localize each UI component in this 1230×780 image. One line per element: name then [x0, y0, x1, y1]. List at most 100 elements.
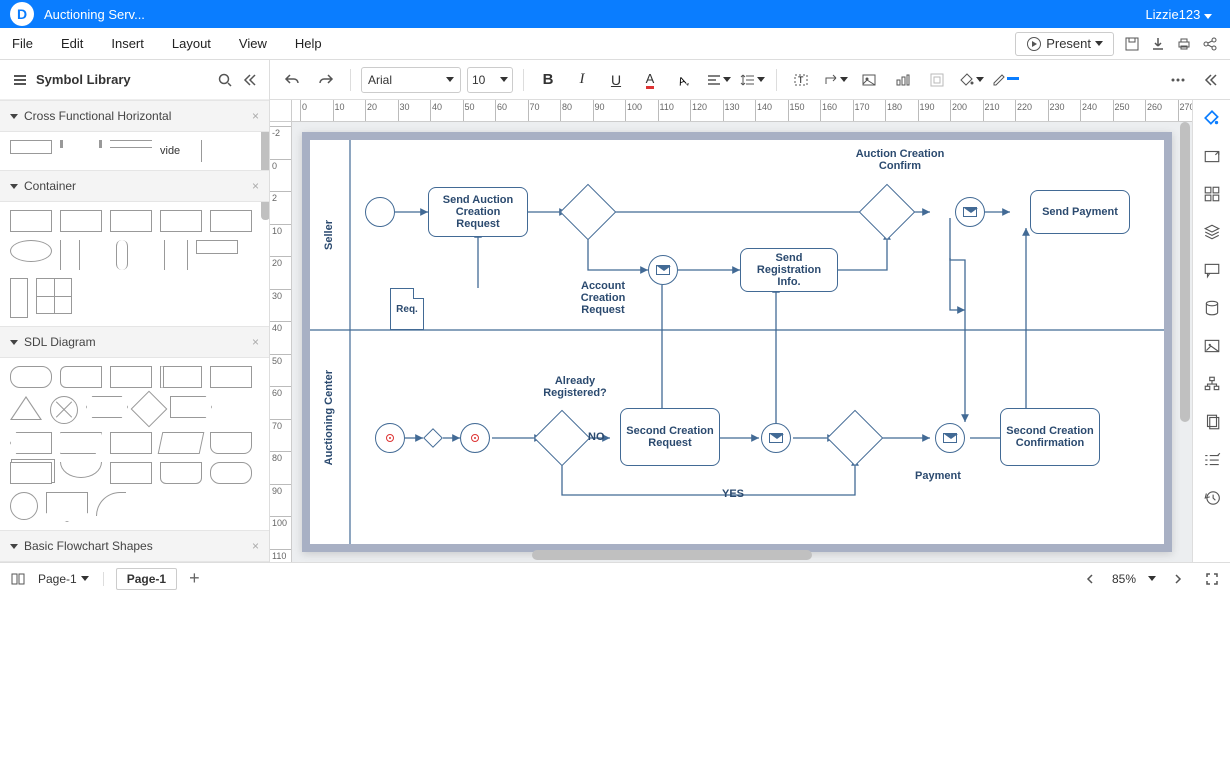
tree-panel-icon[interactable] — [1200, 372, 1224, 396]
font-color-button[interactable]: A — [636, 66, 664, 94]
shape-rect[interactable] — [210, 210, 252, 232]
font-select[interactable]: Arial — [361, 67, 461, 93]
shape-swimlane-2[interactable] — [60, 140, 102, 148]
close-icon[interactable]: × — [252, 335, 259, 349]
shape[interactable] — [46, 492, 88, 522]
redo-button[interactable] — [312, 66, 340, 94]
menu-layout[interactable]: Layout — [172, 36, 211, 51]
horizontal-scrollbar[interactable] — [292, 550, 1180, 560]
shape[interactable] — [110, 432, 152, 454]
connector-button[interactable] — [821, 66, 849, 94]
text-box-button[interactable]: T — [787, 66, 815, 94]
start-event[interactable] — [365, 197, 395, 227]
zoom-out-icon[interactable] — [1084, 571, 1100, 587]
shape[interactable] — [110, 462, 152, 484]
menu-help[interactable]: Help — [295, 36, 322, 51]
menu-edit[interactable]: Edit — [61, 36, 83, 51]
shape[interactable] — [60, 366, 102, 388]
undo-button[interactable] — [278, 66, 306, 94]
msg-event-confirm[interactable] — [955, 197, 985, 227]
shape-paren[interactable] — [116, 240, 128, 270]
add-page-button[interactable]: + — [189, 568, 200, 589]
start-event-ac[interactable] — [375, 423, 405, 453]
shape[interactable] — [158, 432, 205, 454]
shape[interactable] — [210, 432, 252, 454]
grid-panel-icon[interactable] — [1200, 182, 1224, 206]
zoom-dropdown[interactable] — [1148, 576, 1156, 581]
italic-button[interactable]: I — [568, 66, 596, 94]
lane-seller[interactable]: Seller — [323, 220, 335, 250]
task-second-creation-req[interactable]: Second Creation Request — [620, 408, 720, 466]
shape[interactable] — [10, 492, 38, 520]
category-basic-flowchart[interactable]: Basic Flowchart Shapes× — [0, 530, 269, 562]
print-icon[interactable] — [1176, 36, 1192, 52]
canvas[interactable]: 0102030405060708090100110120130140150160… — [270, 100, 1192, 562]
msg-event-mid[interactable] — [761, 423, 791, 453]
fill-button[interactable] — [957, 66, 985, 94]
share-icon[interactable] — [1202, 36, 1218, 52]
search-icon[interactable] — [217, 72, 233, 88]
shape[interactable] — [96, 492, 126, 516]
list-panel-icon[interactable] — [1200, 448, 1224, 472]
shape[interactable] — [131, 391, 168, 428]
close-icon[interactable]: × — [252, 179, 259, 193]
history-panel-icon[interactable] — [1200, 486, 1224, 510]
shape-grid[interactable] — [36, 278, 72, 314]
shape-swimlane-3[interactable] — [110, 140, 152, 148]
task-send-payment[interactable]: Send Payment — [1030, 190, 1130, 234]
task-send-auction-request[interactable]: Send Auction Creation Request — [428, 187, 528, 237]
shape[interactable] — [86, 396, 128, 418]
document-title[interactable]: Auctioning Serv... — [44, 7, 145, 22]
comment-panel-icon[interactable] — [1200, 258, 1224, 282]
underline-button[interactable]: U — [602, 66, 630, 94]
collapse-icon[interactable] — [241, 72, 257, 88]
layers-panel-icon[interactable] — [1200, 220, 1224, 244]
image-panel-icon[interactable] — [1200, 334, 1224, 358]
menu-view[interactable]: View — [239, 36, 267, 51]
shape[interactable] — [210, 366, 252, 388]
font-size-select[interactable]: 10 — [467, 67, 513, 93]
image-button[interactable] — [855, 66, 883, 94]
bold-button[interactable]: B — [534, 66, 562, 94]
shape-bar[interactable] — [196, 240, 238, 254]
export-panel-icon[interactable] — [1200, 144, 1224, 168]
task-second-creation-conf[interactable]: Second Creation Confirmation — [1000, 408, 1100, 466]
lane-auctioning-center[interactable]: Auctioning Center — [323, 370, 335, 465]
msg-event-payment[interactable] — [935, 423, 965, 453]
clipboard-panel-icon[interactable] — [1200, 410, 1224, 434]
page-dropdown[interactable]: Page-1 — [38, 572, 104, 586]
shape-rect[interactable] — [110, 210, 152, 232]
shape[interactable] — [60, 432, 102, 454]
shape[interactable] — [10, 366, 52, 388]
fullscreen-icon[interactable] — [1204, 571, 1220, 587]
data-object-req[interactable]: Req. — [390, 288, 424, 330]
menu-insert[interactable]: Insert — [111, 36, 144, 51]
more-button[interactable] — [1164, 66, 1192, 94]
page-tab-1[interactable]: Page-1 — [116, 568, 177, 590]
shape[interactable] — [50, 396, 78, 424]
vertical-scrollbar[interactable] — [1180, 122, 1190, 550]
shape-rect[interactable] — [60, 210, 102, 232]
shape[interactable] — [210, 462, 252, 484]
line-color-button[interactable] — [991, 66, 1019, 94]
shape[interactable] — [10, 462, 52, 484]
shape-separator[interactable]: vide — [160, 140, 202, 162]
expand-right-icon[interactable] — [1196, 66, 1224, 94]
shape[interactable] — [60, 462, 102, 478]
shape[interactable] — [160, 366, 202, 388]
text-rotate-button[interactable]: A — [670, 66, 698, 94]
fill-panel-icon[interactable] — [1200, 106, 1224, 130]
task-send-reg-info[interactable]: Send Registration Info. — [740, 248, 838, 292]
menu-file[interactable]: File — [12, 36, 33, 51]
category-sdl[interactable]: SDL Diagram× — [0, 326, 269, 358]
zoom-level[interactable]: 85% — [1112, 572, 1136, 586]
shape[interactable] — [10, 432, 52, 454]
shape-col[interactable] — [10, 278, 28, 318]
close-icon[interactable]: × — [252, 539, 259, 553]
present-button[interactable]: Present — [1015, 32, 1114, 56]
container-button[interactable] — [923, 66, 951, 94]
shape-ellipse[interactable] — [10, 240, 52, 262]
shape-swimlane-1[interactable] — [10, 140, 52, 154]
shape-rect[interactable] — [10, 210, 52, 232]
category-container[interactable]: Container× — [0, 170, 269, 202]
